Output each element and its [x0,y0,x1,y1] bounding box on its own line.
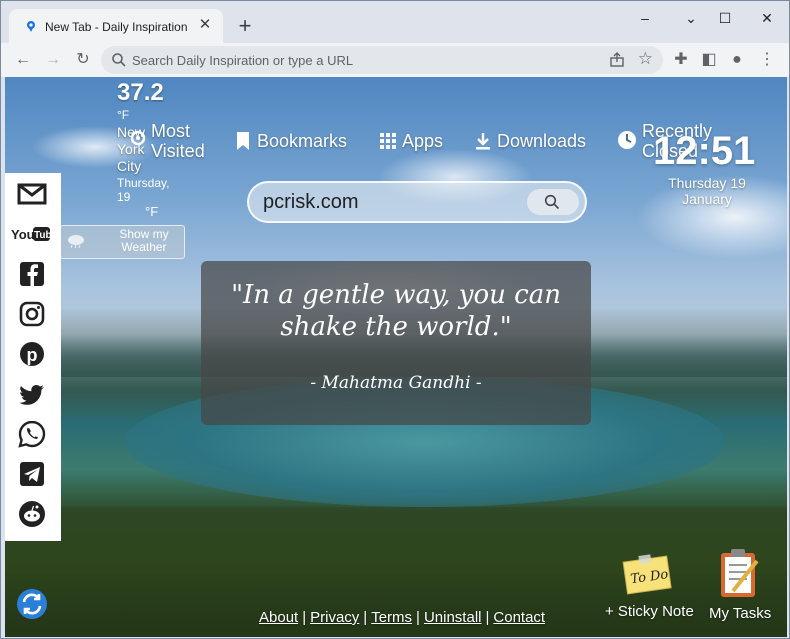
map-pin-icon [27,21,35,32]
telegram-icon[interactable] [17,459,47,489]
browser-toolbar: ← → ↻ Search Daily Inspiration or type a… [1,43,789,78]
most-visited-link[interactable]: Most Visited [151,121,211,161]
bookmarks-link[interactable]: Bookmarks [235,130,347,152]
about-link[interactable]: About [259,609,298,626]
browser-window: New Tab - Daily Inspiration ✕ + – ⌄ ☐ ✕ … [0,0,790,639]
address-bar[interactable]: Search Daily Inspiration or type a URL ☆ [101,46,663,74]
svg-text:Tube: Tube [34,230,51,241]
temperature: 37.2 [117,79,164,106]
apps-grid-icon [380,133,396,150]
refresh-background-icon[interactable] [15,587,49,621]
privacy-link[interactable]: Privacy [310,609,359,626]
quote-author: - Mahatma Gandhi - [310,373,482,393]
quote-card: "In a gentle way, you can shake the worl… [201,261,591,425]
gmail-icon[interactable] [17,179,47,209]
pinterest-icon[interactable]: p [17,339,47,369]
download-icon [476,133,490,150]
search-icon [112,53,126,67]
menu-kebab-icon[interactable]: ⋮ [757,50,777,70]
facebook-icon[interactable] [17,259,47,289]
new-tab-page: 37.2 °F New York City Thursday, 19 °F Sh… [5,77,787,637]
weather-date: Thursday, 19 [117,176,170,204]
youtube-icon[interactable]: YouTube [11,219,51,249]
forward-arrow-icon[interactable]: → [43,50,63,70]
new-tab-button[interactable]: + [233,15,257,39]
apps-label: Apps [402,130,444,151]
sticky-note-button[interactable]: + Sticky Note [605,603,694,620]
footer-links: About | Privacy | Terms | Uninstall | Contact [259,609,545,626]
downloads-link[interactable]: Downloads [475,130,586,152]
active-tab[interactable]: New Tab - Daily Inspiration ✕ [9,9,223,43]
show-weather-button[interactable]: Show my Weather [60,225,185,259]
clock-date: Thursday 19 January [668,175,746,207]
footer-separator: | [302,609,307,626]
reload-icon[interactable]: ↻ [73,50,93,70]
footer-separator: | [416,609,420,626]
side-panel-icon[interactable]: ◧ [699,50,719,70]
twitter-icon[interactable] [17,379,47,409]
reddit-icon[interactable] [17,499,47,529]
contact-link[interactable]: Contact [493,609,545,626]
back-arrow-icon[interactable]: ← [13,50,33,70]
show-weather-label: Show my Weather [119,227,169,254]
temperature-unit-secondary: °F [145,204,159,219]
history-clock-icon[interactable] [616,129,638,151]
search-input[interactable] [263,191,513,213]
bookmark-star-icon[interactable]: ☆ [638,49,653,69]
whatsapp-icon[interactable] [17,419,47,449]
close-window-button[interactable]: ✕ [753,9,781,29]
downloads-label: Downloads [497,130,587,151]
clock-time: 12:51 [653,129,756,173]
clipboard-tasks-icon[interactable] [717,547,761,599]
search-button[interactable] [527,189,579,215]
svg-text:p: p [27,345,38,365]
tab-close-icon[interactable]: ✕ [195,15,215,35]
address-placeholder: Search Daily Inspiration or type a URL [132,53,354,68]
cloud-rain-icon [68,235,84,248]
social-sidebar: YouTube p [5,173,61,541]
magnifier-icon [544,194,560,210]
extensions-icon[interactable]: ✚ [671,50,691,70]
temperature-unit: °F [117,108,130,122]
my-tasks-button[interactable]: My Tasks [709,605,771,622]
profile-icon[interactable]: ● [727,50,747,70]
quote-text: "In a gentle way, you can shake the worl… [231,280,561,342]
tab-bar: New Tab - Daily Inspiration ✕ + – ⌄ ☐ ✕ [1,1,789,43]
apps-link[interactable]: Apps [380,130,443,152]
share-icon[interactable] [609,52,625,68]
chevron-down-icon[interactable]: ⌄ [677,9,705,29]
bookmarks-label: Bookmarks [257,130,348,151]
maximize-button[interactable]: ☐ [711,9,739,29]
instagram-icon[interactable] [17,299,47,329]
svg-text:You: You [11,227,35,242]
uninstall-link[interactable]: Uninstall [424,609,482,626]
bookmark-icon [237,132,249,151]
footer-separator: | [485,609,490,626]
minimize-button[interactable]: – [631,9,659,29]
footer-separator: | [363,609,368,626]
tab-title: New Tab - Daily Inspiration [45,20,188,34]
todo-note-icon[interactable]: To Do [621,553,673,595]
terms-link[interactable]: Terms [371,609,412,626]
search-box [247,181,587,223]
settings-gear-icon[interactable] [127,127,149,149]
